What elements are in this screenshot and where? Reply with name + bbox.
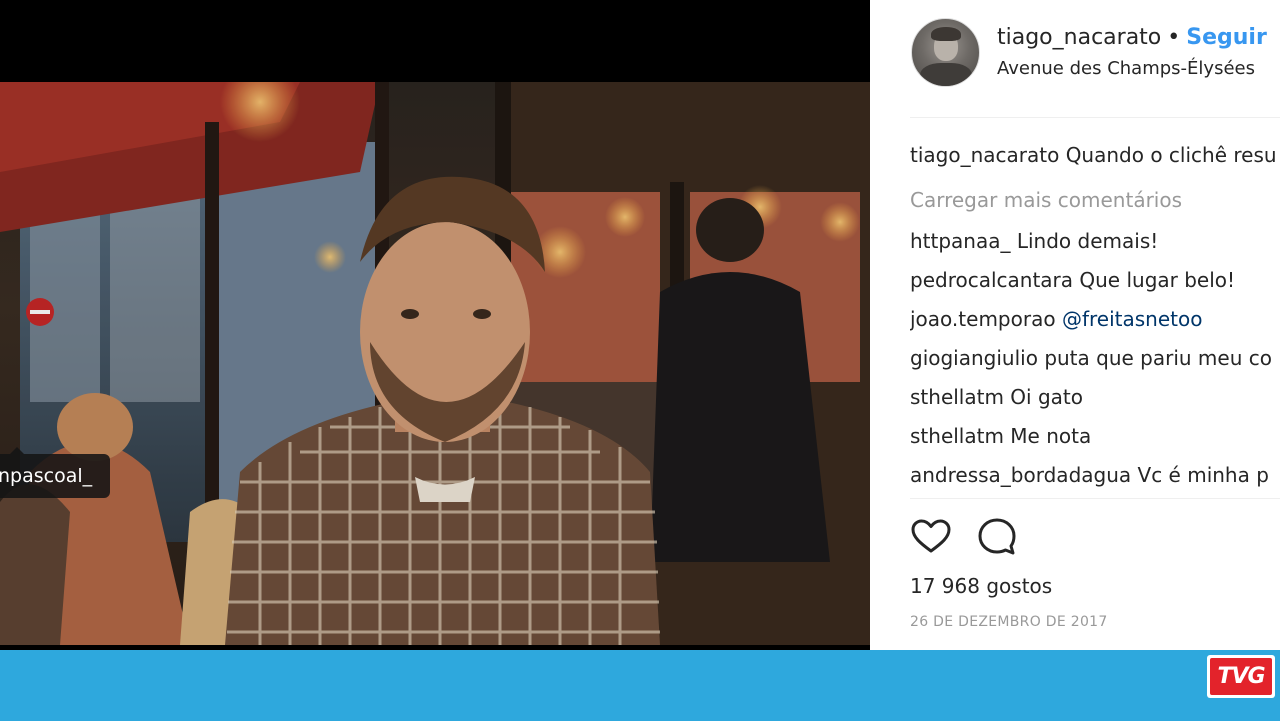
post-date[interactable]: 26 DE DEZEMBRO DE 2017 xyxy=(910,614,1108,630)
tvg-logo: TVG xyxy=(1207,655,1275,698)
load-more-comments-button[interactable]: Carregar mais comentários xyxy=(910,182,1280,224)
tvg-logo-text: TVG xyxy=(1210,658,1272,695)
comment-username[interactable]: sthellatm xyxy=(910,424,1004,448)
follow-button[interactable]: Seguir xyxy=(1186,25,1267,50)
comment-item: andressa_bordadagua Vc é minha p xyxy=(910,458,1280,497)
comment-text: Oi gato xyxy=(1010,385,1083,409)
comment-text: Vc é minha p xyxy=(1137,463,1269,487)
comment-item: sthellatm Oi gato xyxy=(910,380,1280,419)
header-divider xyxy=(910,117,1280,118)
comment-text: puta que pariu meu co xyxy=(1044,346,1272,370)
comment-text: Me nota xyxy=(1010,424,1092,448)
comment-button[interactable] xyxy=(976,516,1018,558)
heart-icon xyxy=(911,519,951,553)
broadcast-bottom-bar xyxy=(0,650,1280,721)
comment-username[interactable]: pedrocalcantara xyxy=(910,268,1073,292)
avatar[interactable] xyxy=(911,18,980,87)
tagged-user-name: npascoal_ xyxy=(0,465,93,487)
post-header-user: tiago_nacarato • Seguir xyxy=(997,25,1267,50)
caption-text: Quando o clichê resu xyxy=(1065,143,1277,167)
comments-divider xyxy=(910,498,1280,499)
comment-item: pedrocalcantara Que lugar belo! xyxy=(910,263,1280,302)
speech-bubble-icon xyxy=(978,518,1016,555)
comment-username[interactable]: sthellatm xyxy=(910,385,1004,409)
post-side-panel: tiago_nacarato • Seguir Avenue des Champs-… xyxy=(870,0,1280,650)
comment-item: httpanaa_ Lindo demais! xyxy=(910,224,1280,263)
caption: tiago_nacarato Quando o clichê resu xyxy=(910,138,1280,182)
comment-username[interactable]: joao.temporao xyxy=(910,307,1056,331)
comment-item: giogiangiulio puta que pariu meu co xyxy=(910,341,1280,380)
avatar-body-shape xyxy=(920,63,972,86)
comment-username[interactable]: giogiangiulio xyxy=(910,346,1038,370)
comment-item: sthellatm Me nota xyxy=(910,419,1280,458)
tagged-user-label[interactable]: npascoal_ xyxy=(0,447,111,498)
comment-item: joao.temporao @freitasnetoo xyxy=(910,302,1280,341)
comment-mention-link[interactable]: @freitasnetoo xyxy=(1062,307,1203,331)
photo-illustration xyxy=(0,82,870,645)
post-author-username[interactable]: tiago_nacarato xyxy=(997,25,1161,50)
comments-list[interactable]: tiago_nacarato Quando o clichê resu Carr… xyxy=(910,138,1280,498)
avatar-hair-shape xyxy=(931,27,961,41)
like-button[interactable] xyxy=(910,516,952,558)
post-photo[interactable]: npascoal_ xyxy=(0,82,870,645)
post-media: npascoal_ xyxy=(0,0,870,650)
caption-username[interactable]: tiago_nacarato xyxy=(910,143,1059,167)
post-location[interactable]: Avenue des Champs-Élysées xyxy=(997,58,1255,79)
comment-username[interactable]: andressa_bordadagua xyxy=(910,463,1131,487)
comment-text: Que lugar belo! xyxy=(1079,268,1236,292)
likes-count[interactable]: 17 968 gostos xyxy=(910,574,1052,598)
header-separator: • xyxy=(1167,25,1181,50)
comment-text: Lindo demais! xyxy=(1016,229,1159,253)
comment-username[interactable]: httpanaa_ xyxy=(910,229,1011,253)
